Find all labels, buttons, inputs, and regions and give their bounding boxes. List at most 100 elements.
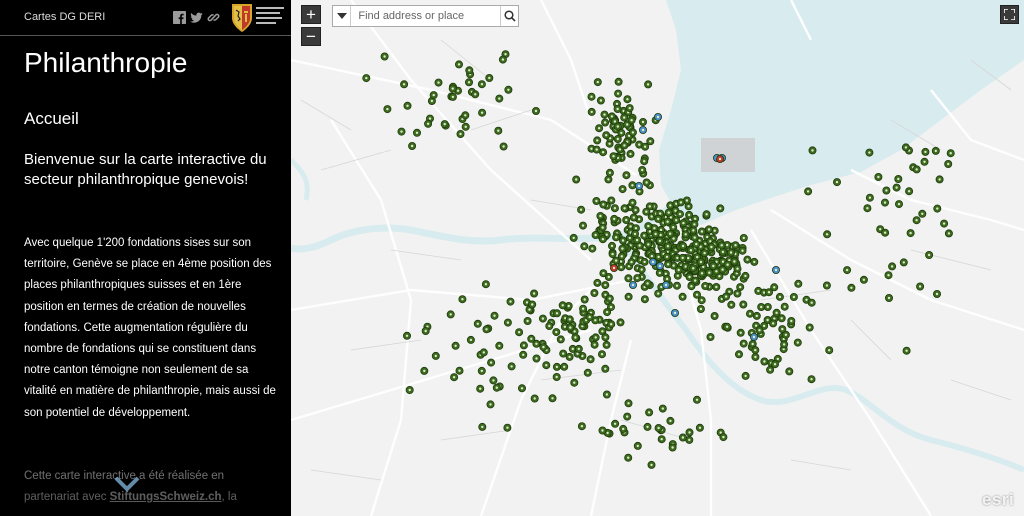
foundation-marker-center — [426, 122, 430, 126]
foundation-marker-center — [646, 83, 650, 86]
foundation-marker-center — [650, 463, 653, 467]
twitter-icon[interactable] — [190, 11, 203, 24]
foundation-marker-center — [484, 283, 488, 286]
foundation-marker-center — [613, 120, 617, 123]
link-icon[interactable] — [207, 11, 220, 24]
foundation-marker-center — [744, 374, 747, 378]
foundation-marker-center — [897, 202, 901, 206]
foundation-marker-center — [612, 155, 615, 158]
foundation-marker-center — [501, 58, 505, 61]
foundation-marker-center — [715, 270, 718, 273]
foundation-marker-center — [646, 282, 649, 285]
chevron-down-icon[interactable] — [112, 468, 142, 498]
foundation-marker-center — [551, 397, 554, 400]
foundation-marker-center — [630, 119, 633, 122]
foundation-marker-center — [672, 226, 675, 229]
foundation-marker-center — [641, 168, 644, 172]
fullscreen-button[interactable] — [1000, 5, 1019, 24]
foundation-marker-center — [883, 201, 887, 204]
foundation-marker-center — [476, 322, 479, 325]
foundation-marker-center — [610, 244, 614, 248]
search-input[interactable] — [351, 6, 501, 26]
foundation-marker-center — [739, 285, 742, 289]
foundation-marker-center — [648, 230, 652, 233]
foundation-marker-center — [456, 89, 460, 92]
foundation-marker-center — [383, 55, 386, 58]
foundation-marker-center — [402, 83, 406, 86]
foundation-marker-center — [907, 190, 911, 193]
foundation-marker-center — [593, 291, 596, 295]
facebook-icon[interactable] — [173, 11, 186, 24]
foundation-marker-center — [687, 213, 691, 217]
foundation-marker-center — [684, 265, 687, 268]
foundation-marker-center — [605, 393, 609, 396]
foundation-marker-center — [604, 336, 607, 339]
foundation-marker-center — [479, 387, 482, 390]
foundation-marker-center — [726, 263, 729, 266]
foundation-marker-center — [437, 81, 440, 84]
foundation-marker-center — [616, 137, 619, 141]
foundation-marker-center — [660, 438, 663, 441]
foundation-marker-center — [657, 217, 660, 221]
zoom-out-button[interactable]: − — [301, 27, 321, 46]
foundation-marker-center — [627, 295, 630, 298]
foundation-marker-center — [430, 99, 434, 103]
foundation-marker-center — [597, 127, 601, 130]
foundation-marker-center — [828, 349, 831, 352]
foundation-marker-center — [915, 168, 918, 171]
foundation-marker-center — [808, 326, 811, 329]
foundation-marker-center — [605, 343, 608, 347]
foundation-marker-center — [405, 334, 409, 337]
foundation-marker-center — [604, 293, 607, 296]
foundation-marker-center — [866, 207, 869, 210]
esri-attribution[interactable]: esri — [982, 490, 1014, 510]
foundation-marker-center — [693, 236, 696, 239]
foundation-marker-center — [457, 63, 461, 66]
foundation-marker-center — [449, 313, 452, 316]
foundation-marker-center — [877, 175, 880, 179]
foundation-marker-center — [766, 318, 769, 322]
foundation-marker-center — [666, 263, 670, 266]
map-view[interactable]: + − esri — [291, 0, 1024, 516]
foundation-marker-center — [665, 255, 669, 259]
foundation-marker-center — [784, 333, 788, 336]
foundation-marker-center — [728, 290, 731, 293]
foundation-marker-center — [631, 201, 634, 204]
foundation-marker-center — [454, 344, 457, 347]
foundation-marker-center — [659, 228, 663, 232]
foundation-marker-center — [862, 278, 866, 281]
zoom-in-button[interactable]: + — [301, 5, 321, 24]
foundation-marker-center — [671, 446, 674, 449]
foundation-marker-center — [555, 365, 559, 369]
header-bar: Cartes DG DERI — [0, 0, 291, 36]
search-source-dropdown[interactable] — [333, 6, 352, 26]
foundation-marker-center — [525, 301, 529, 304]
basemap[interactable] — [291, 0, 1024, 516]
foundation-marker-center — [461, 298, 464, 301]
foundation-marker-center — [693, 217, 697, 220]
foundation-marker-center — [788, 370, 791, 373]
foundation-marker-center — [579, 208, 583, 211]
foundation-marker-center — [632, 216, 635, 219]
foundation-marker-center — [718, 275, 721, 278]
foundation-marker-center — [678, 212, 682, 216]
foundation-marker-center — [640, 268, 643, 271]
search-button[interactable] — [500, 6, 518, 26]
foundation-marker-center — [687, 205, 690, 208]
foundation-marker-center — [915, 219, 918, 222]
foundation-marker-center — [897, 177, 900, 181]
organization-marker-center — [664, 283, 668, 287]
foundation-marker-center — [636, 276, 639, 280]
foundation-marker-center — [627, 277, 630, 280]
foundation-marker-center — [927, 253, 931, 257]
foundation-marker-center — [696, 255, 699, 259]
foundation-marker-center — [616, 125, 619, 128]
foundation-marker-center — [481, 425, 484, 429]
foundation-marker-center — [614, 259, 618, 262]
foundation-marker-center — [725, 325, 729, 328]
foundation-marker-center — [602, 272, 605, 275]
foundation-marker-center — [676, 274, 679, 277]
foundation-marker-center — [776, 357, 779, 361]
foundation-marker-center — [767, 291, 771, 294]
search-icon — [504, 10, 516, 22]
